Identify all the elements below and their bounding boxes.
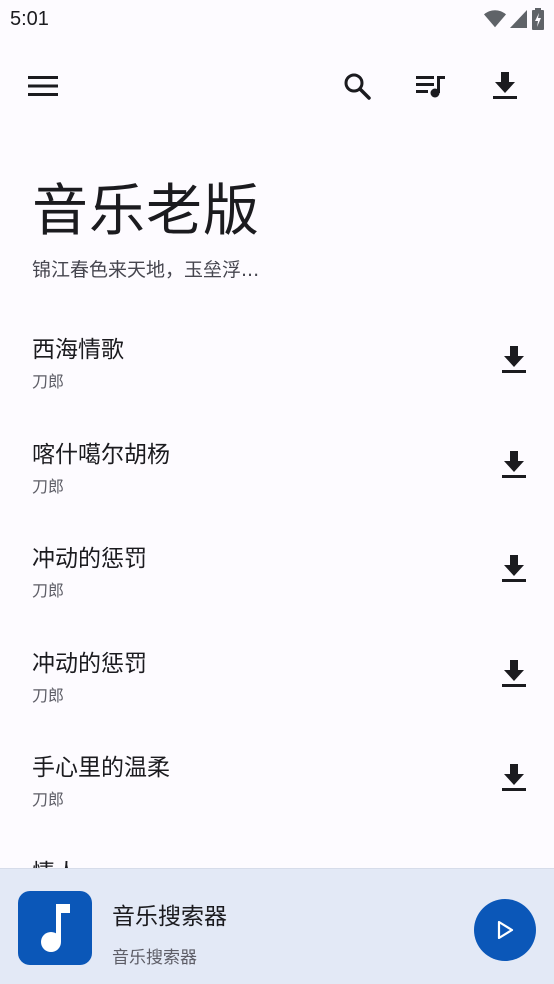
download-icon	[502, 346, 526, 373]
page-title: 音乐老版	[32, 179, 260, 244]
song-title: 手心里的温柔	[32, 755, 170, 781]
play-icon	[497, 921, 514, 939]
signal-icon	[510, 10, 527, 28]
download-icon	[502, 659, 526, 687]
song-item[interactable]: 手心里的温柔 刀郎	[0, 730, 554, 835]
song-download-button[interactable]	[498, 549, 530, 589]
status-icons	[484, 8, 544, 30]
search-icon	[344, 73, 371, 100]
song-title: 喀什噶尔胡杨	[32, 441, 170, 468]
status-bar: 5:01	[0, 0, 554, 40]
song-download-button[interactable]	[498, 758, 530, 798]
song-artist: 刀郎	[32, 685, 65, 705]
download-all-button[interactable]	[485, 66, 525, 106]
song-title: 冲动的惩罚	[32, 650, 147, 677]
song-download-button[interactable]	[498, 445, 530, 485]
status-time: 5:01	[10, 8, 49, 30]
song-item[interactable]: 冲动的惩罚 刀郎	[0, 626, 554, 731]
song-artist: 刀郎	[32, 581, 65, 600]
song-title: 冲动的惩罚	[32, 546, 147, 572]
download-icon	[493, 72, 517, 99]
song-download-button[interactable]	[498, 340, 530, 380]
album-art	[18, 891, 92, 965]
queue-button[interactable]	[411, 66, 451, 106]
song-artist: 刀郎	[32, 372, 65, 391]
music-note-icon	[41, 904, 70, 952]
download-icon	[502, 450, 526, 478]
song-download-button[interactable]	[498, 654, 530, 694]
search-button[interactable]	[337, 66, 377, 106]
wifi-icon	[484, 10, 506, 28]
song-list: 西海情歌 刀郎 喀什噶尔胡杨 刀郎 冲动的惩罚 刀郎 冲动的惩罚 刀郎 手心里的…	[0, 312, 554, 868]
menu-icon	[28, 76, 58, 96]
song-item[interactable]: 情人	[0, 835, 554, 869]
song-title: 西海情歌	[32, 337, 124, 363]
mini-player[interactable]: 音乐搜索器 音乐搜索器	[0, 868, 554, 984]
song-artist: 刀郎	[32, 790, 65, 809]
download-icon	[502, 764, 526, 791]
download-icon	[502, 555, 526, 582]
player-title: 音乐搜索器	[112, 904, 227, 930]
queue-music-icon	[416, 76, 445, 98]
player-subtitle: 音乐搜索器	[112, 948, 197, 968]
play-button[interactable]	[474, 899, 536, 961]
song-title: 情人	[32, 853, 78, 869]
song-item[interactable]: 西海情歌 刀郎	[0, 312, 554, 417]
song-artist: 刀郎	[32, 476, 65, 496]
page-subtitle: 锦江春色来天地，玉垒浮...	[32, 259, 260, 281]
top-app-bar	[0, 56, 554, 116]
song-item[interactable]: 喀什噶尔胡杨 刀郎	[0, 417, 554, 522]
menu-button[interactable]	[23, 66, 63, 106]
battery-icon	[532, 8, 544, 30]
song-item[interactable]: 冲动的惩罚 刀郎	[0, 521, 554, 626]
